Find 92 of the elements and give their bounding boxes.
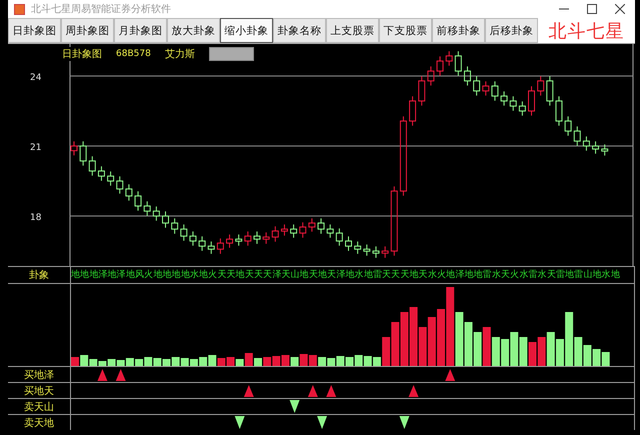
- candlestick: [592, 140, 600, 154]
- toolbar-button[interactable]: 周卦象图: [61, 18, 114, 43]
- candlestick: [491, 80, 498, 102]
- candlestick: [427, 66, 434, 86]
- candlestick: [473, 76, 480, 96]
- up-triangle-icon: [408, 385, 419, 397]
- toolbar-button[interactable]: 前移卦象: [432, 18, 485, 43]
- candlestick: [582, 136, 590, 152]
- stock-code: 68B578: [116, 49, 151, 59]
- candlestick: [326, 224, 334, 238]
- candlestick: [299, 222, 306, 238]
- candlestick: [409, 96, 416, 126]
- candlestick: [70, 140, 78, 156]
- candlestick: [198, 236, 206, 252]
- axis-label: 24: [30, 72, 42, 83]
- candlestick: [372, 246, 380, 258]
- candlestick: [482, 80, 490, 96]
- candlestick: [510, 96, 517, 112]
- hexagram-sequence: 地地地泽地泽地风火地地地地水地火天天地天天天泽天山地天地天泽地水地雷天天天地天水火地泽地地雷水天火水雷水天雷地雷山地水地: [71, 268, 620, 282]
- candlestick: [318, 218, 325, 234]
- toolbar-button[interactable]: 日卦象图: [8, 18, 61, 43]
- axis-label: 21: [30, 143, 42, 154]
- candlestick: [390, 186, 398, 256]
- up-triangle-icon: [116, 369, 126, 381]
- candlestick: [528, 86, 535, 116]
- down-triangle-icon: [399, 416, 410, 429]
- candlestick: [254, 230, 260, 244]
- up-triangle-icon: [244, 385, 254, 397]
- candlestick: [272, 226, 279, 242]
- candlestick: [125, 184, 132, 202]
- color-swatch: [208, 47, 254, 61]
- candlestick: [537, 76, 544, 96]
- candlestick: [446, 50, 453, 66]
- toolbar-button[interactable]: 月卦象图: [114, 18, 167, 43]
- candlestick: [171, 218, 178, 234]
- candlestick: [518, 100, 526, 116]
- down-triangle-icon: [234, 416, 245, 429]
- toolbar-button[interactable]: 后移卦象: [485, 18, 538, 43]
- maximize-icon[interactable]: [587, 4, 597, 14]
- up-triangle-icon: [308, 385, 318, 397]
- axis-label: 18: [30, 213, 42, 224]
- candlestick: [162, 210, 169, 228]
- candlestick: [454, 50, 462, 76]
- candlestick: [216, 238, 224, 254]
- candlestick: [290, 224, 298, 238]
- candlestick: [134, 190, 142, 212]
- up-triangle-icon: [97, 369, 108, 381]
- candlestick: [107, 170, 114, 186]
- candlestick: [418, 76, 426, 106]
- up-triangle-icon: [445, 369, 456, 381]
- candlestick: [345, 236, 352, 252]
- candlestick: [152, 206, 160, 222]
- down-triangle-icon: [317, 416, 328, 429]
- candlestick: [208, 241, 215, 254]
- up-triangle-icon: [326, 385, 336, 397]
- toolbar-button[interactable]: 卦象名称: [273, 18, 326, 43]
- candlestick: [226, 234, 234, 248]
- candlestick: [464, 66, 471, 86]
- period-label: 日卦象图: [62, 47, 102, 61]
- window-title: 北斗七星周易智能证券分析软件: [31, 2, 171, 16]
- candlestick: [546, 76, 554, 106]
- toolbar-button[interactable]: 下支股票: [379, 18, 432, 43]
- candlestick: [262, 232, 270, 244]
- candlestick: [564, 116, 572, 136]
- candlestick: [308, 218, 316, 232]
- candlestick: [555, 96, 562, 126]
- candlestick: [80, 140, 87, 166]
- candlestick: [144, 200, 151, 216]
- candlestick: [244, 230, 252, 246]
- brand-logo: 北斗七星: [538, 18, 635, 43]
- candlestick: [189, 230, 196, 246]
- candlestick: [280, 224, 288, 236]
- toolbar-button[interactable]: 放大卦象: [167, 18, 220, 43]
- candlestick: [336, 228, 343, 246]
- toolbar-button[interactable]: 缩小卦象: [220, 18, 273, 43]
- candlestick: [354, 241, 362, 254]
- candlestick: [436, 56, 444, 76]
- candlestick: [363, 244, 370, 256]
- candlestick: [88, 156, 96, 176]
- candlestick: [500, 90, 508, 106]
- toolbar-button[interactable]: 上支股票: [326, 18, 379, 43]
- candlestick: [574, 126, 581, 146]
- app-icon: [14, 4, 25, 14]
- stock-name: 艾力斯: [164, 47, 195, 61]
- candlestick: [98, 166, 105, 182]
- close-icon[interactable]: [615, 4, 625, 14]
- candlestick: [601, 144, 608, 156]
- candlestick: [116, 176, 124, 194]
- down-triangle-icon: [290, 400, 300, 413]
- candlestick: [382, 246, 389, 258]
- candlestick: [180, 224, 188, 242]
- candlestick: [235, 234, 242, 246]
